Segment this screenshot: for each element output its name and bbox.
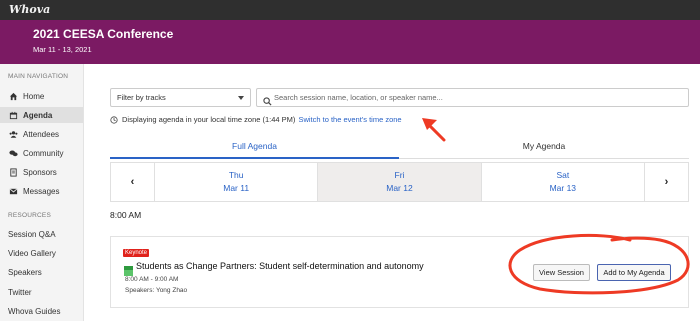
resources-heading: RESOURCES bbox=[8, 212, 51, 219]
sidebar-item-whova-guides[interactable]: Whova Guides bbox=[0, 303, 83, 319]
session-time: 8:00 AM - 9:00 AM bbox=[125, 276, 179, 283]
sidebar-item-twitter[interactable]: Twitter bbox=[0, 284, 83, 300]
search-icon bbox=[263, 93, 272, 111]
add-to-my-agenda-button[interactable]: Add to My Agenda bbox=[597, 264, 671, 281]
attendees-icon bbox=[9, 130, 18, 139]
timezone-text: Displaying agenda in your local time zon… bbox=[122, 115, 296, 124]
search-box[interactable] bbox=[256, 88, 689, 107]
previous-day-button[interactable]: ‹ bbox=[111, 163, 155, 201]
track-filter-select[interactable]: Filter by tracks bbox=[110, 88, 251, 107]
agenda-icon bbox=[9, 111, 18, 120]
event-dates: Mar 11 - 13, 2021 bbox=[33, 45, 92, 54]
search-input[interactable] bbox=[274, 91, 674, 104]
sponsors-icon bbox=[9, 167, 18, 177]
time-slot-heading: 8:00 AM bbox=[110, 210, 142, 220]
event-title: 2021 CEESA Conference bbox=[33, 27, 174, 41]
sidebar-item-label: Attendees bbox=[23, 129, 60, 139]
session-card: Keynote Students as Change Partners: Stu… bbox=[110, 236, 689, 308]
view-session-button[interactable]: View Session bbox=[533, 264, 590, 281]
day-tab-thu[interactable]: Thu Mar 11 bbox=[155, 163, 317, 201]
community-icon bbox=[9, 149, 18, 158]
day-of-week: Thu bbox=[228, 170, 244, 180]
tab-full-agenda[interactable]: Full Agenda bbox=[110, 134, 399, 159]
sidebar-item-label: Messages bbox=[23, 186, 60, 196]
day-date: Mar 12 bbox=[386, 183, 413, 193]
session-title[interactable]: Students as Change Partners: Student sel… bbox=[136, 261, 424, 271]
sidebar-item-video-gallery[interactable]: Video Gallery bbox=[0, 245, 83, 261]
next-day-button[interactable]: › bbox=[643, 163, 688, 201]
sidebar-item-label: Community bbox=[23, 148, 64, 158]
sidebar-item-attendees[interactable]: Attendees bbox=[0, 126, 83, 142]
chevron-down-icon bbox=[238, 96, 244, 100]
track-filter-label: Filter by tracks bbox=[117, 93, 166, 102]
switch-timezone-link[interactable]: Switch to the event's time zone bbox=[298, 115, 401, 124]
messages-icon bbox=[9, 187, 18, 196]
sidebar: MAIN NAVIGATION Home Agenda Attendees Co… bbox=[0, 64, 84, 321]
day-date: Mar 13 bbox=[549, 183, 577, 193]
tab-my-agenda[interactable]: My Agenda bbox=[399, 134, 689, 159]
sidebar-item-agenda[interactable]: Agenda bbox=[0, 107, 83, 123]
session-speakers: Speakers: Yong Zhao bbox=[125, 287, 188, 294]
day-date: Mar 11 bbox=[223, 183, 250, 193]
keynote-badge: Keynote bbox=[123, 249, 150, 257]
home-icon bbox=[9, 92, 18, 101]
sidebar-item-speakers[interactable]: Speakers bbox=[0, 264, 83, 280]
day-tab-fri[interactable]: Fri Mar 12 bbox=[317, 163, 482, 201]
whova-logo[interactable]: Whova bbox=[9, 3, 50, 16]
sidebar-item-messages[interactable]: Messages bbox=[0, 183, 83, 199]
main-navigation-heading: MAIN NAVIGATION bbox=[8, 73, 69, 80]
sidebar-item-label: Sponsors bbox=[23, 167, 57, 177]
sidebar-item-community[interactable]: Community bbox=[0, 145, 83, 161]
day-of-week: Sat bbox=[556, 170, 570, 180]
clock-icon bbox=[110, 115, 118, 124]
chevron-left-icon: ‹ bbox=[130, 176, 135, 188]
chevron-right-icon: › bbox=[664, 176, 669, 188]
sidebar-item-sponsors[interactable]: Sponsors bbox=[0, 164, 83, 180]
sidebar-item-session-qa[interactable]: Session Q&A bbox=[0, 226, 83, 242]
sidebar-item-home[interactable]: Home bbox=[0, 88, 83, 104]
timezone-notice: Displaying agenda in your local time zon… bbox=[110, 115, 402, 124]
top-bar: Whova bbox=[0, 0, 700, 20]
day-selector: ‹ Thu Mar 11 Fri Mar 12 Sat Mar 13 › bbox=[110, 162, 689, 202]
day-tab-sat[interactable]: Sat Mar 13 bbox=[482, 163, 644, 201]
day-of-week: Fri bbox=[394, 170, 405, 180]
sidebar-item-label: Home bbox=[23, 91, 45, 101]
sidebar-item-label: Agenda bbox=[23, 110, 53, 120]
event-banner: 2021 CEESA Conference Mar 11 - 13, 2021 bbox=[0, 20, 700, 64]
